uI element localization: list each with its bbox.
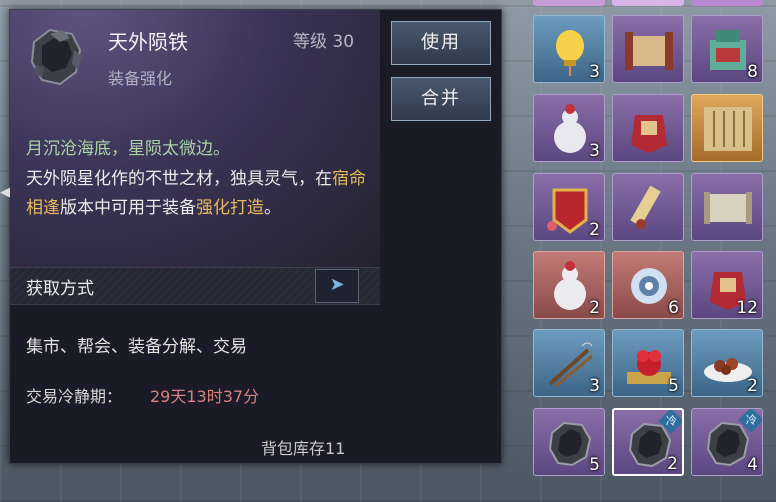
item-flavor-text: 月沉沧海底，星陨太微边。 (26, 139, 230, 159)
inventory-slot[interactable]: 3 (533, 94, 605, 162)
inventory-stock: 背包库存11 (261, 439, 346, 458)
trade-cooldown-value: 29天13时37分 (150, 387, 260, 406)
item-category: 装备强化 (108, 69, 173, 88)
inventory-slot[interactable]: 12 (691, 251, 763, 319)
item-count: 2 (589, 220, 600, 240)
inventory-slot[interactable]: 5 (533, 408, 605, 476)
chevron-right-icon[interactable]: ➤ (315, 269, 359, 303)
inventory-slot[interactable] (691, 173, 763, 241)
inventory-slot[interactable] (612, 173, 684, 241)
item-count: 8 (747, 62, 758, 82)
item-count: 2 (747, 376, 758, 396)
inventory-slot[interactable] (612, 94, 684, 162)
trade-cooldown-label: 交易冷静期： (26, 387, 123, 406)
use-button[interactable]: 使用 (391, 21, 491, 65)
inventory-slot[interactable] (612, 15, 684, 83)
acquire-method-label: 获取方式 (26, 279, 94, 299)
item-count: 5 (589, 455, 600, 475)
acquire-sources: 集市、帮会、装备分解、交易 (26, 337, 247, 357)
inventory-slot[interactable]: 冷2 (612, 408, 684, 476)
item-level: 等级 30 (293, 32, 355, 52)
inventory-slot[interactable]: 3 (533, 15, 605, 83)
inventory-slot[interactable]: 3 (533, 329, 605, 397)
item-count: 2 (667, 454, 678, 474)
trade-lock-text: 冷 (745, 413, 757, 426)
inventory-slot-partial[interactable] (691, 0, 763, 6)
inventory-slot-partial[interactable] (533, 0, 605, 6)
item-count: 3 (589, 62, 600, 82)
item-title: 天外陨铁 (108, 30, 188, 54)
desc-text-1: 天外陨星化作的不世之材，独具灵气，在 (26, 169, 332, 189)
inventory-slot[interactable]: 2 (691, 329, 763, 397)
item-count: 12 (736, 298, 758, 318)
inventory-slot[interactable]: 2 (533, 173, 605, 241)
item-count: 3 (589, 376, 600, 396)
inventory-slot[interactable]: 5 (612, 329, 684, 397)
inventory-slot[interactable] (691, 94, 763, 162)
item-count: 4 (747, 455, 758, 475)
inventory-slot[interactable]: 8 (691, 15, 763, 83)
merge-button[interactable]: 合并 (391, 77, 491, 121)
chevron-left-icon[interactable]: ◀ (0, 183, 10, 203)
inventory-slot[interactable]: 2 (533, 251, 605, 319)
item-count: 3 (589, 141, 600, 161)
desc-text-2: 版本中可用于装备 (60, 198, 196, 218)
desc-highlight-2: 强化打造 (196, 198, 264, 218)
item-count: 2 (589, 298, 600, 318)
item-count: 5 (668, 376, 679, 396)
item-tooltip-panel: 天外陨铁 等级 30 装备强化 月沉沧海底，星陨太微边。 天外陨星化作的不世之材… (9, 9, 502, 464)
meteor-iron-icon (20, 20, 92, 92)
inventory-slot[interactable]: 6 (612, 251, 684, 319)
item-description: 天外陨星化作的不世之材，独具灵气，在宿命相逢版本中可用于装备强化打造。 (26, 165, 371, 223)
trade-lock-text: 冷 (665, 414, 677, 427)
inventory-slot[interactable]: 冷4 (691, 408, 763, 476)
item-count: 6 (668, 298, 679, 318)
desc-text-3: 。 (264, 198, 281, 218)
inventory-slot-partial[interactable] (612, 0, 684, 6)
